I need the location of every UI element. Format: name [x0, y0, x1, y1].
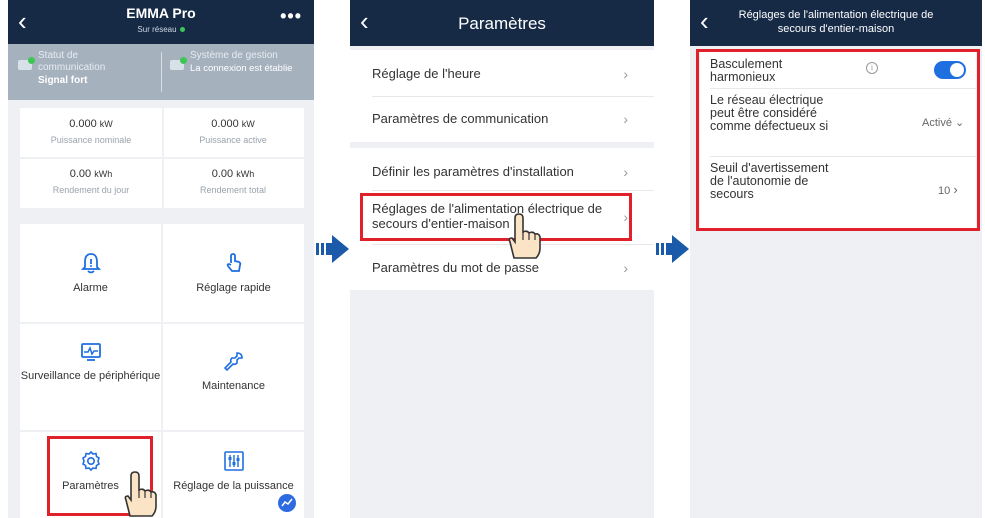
- more-menu-button[interactable]: •••: [280, 6, 302, 27]
- back-button[interactable]: ‹: [18, 6, 27, 36]
- tap-hand-icon: [508, 213, 541, 259]
- tile-device-monitoring[interactable]: Surveillance de périphérique: [20, 342, 161, 383]
- highlight-backup-settings: [696, 49, 980, 231]
- chevron-right-icon: ›: [623, 260, 628, 276]
- menu-item-time-setting[interactable]: Réglage de l'heure ›: [350, 66, 654, 86]
- status-divider: [161, 52, 162, 92]
- sliders-icon: [223, 451, 244, 471]
- grid-divider: [20, 430, 304, 432]
- grid-divider: [20, 322, 304, 324]
- kpi-total-yield: 0.00 kWh Rendement total: [199, 168, 267, 195]
- backup-settings-screen: ‹ Réglages de l'alimentation électrique …: [690, 0, 982, 518]
- kpi-divider: [20, 157, 304, 159]
- menu-item-communication-parameters[interactable]: Paramètres de communication ›: [350, 111, 654, 131]
- bell-icon: [80, 253, 101, 274]
- chevron-right-icon: ›: [623, 111, 628, 127]
- tile-power-adjustment[interactable]: Réglage de la puissance: [163, 450, 304, 493]
- menu-item-password-parameters[interactable]: Paramètres du mot de passe ›: [350, 260, 654, 280]
- back-button[interactable]: ‹: [700, 6, 709, 36]
- menu-item-installation-parameters[interactable]: Définir les paramètres d'installation ›: [350, 164, 654, 184]
- row-divider: [372, 96, 654, 97]
- wrench-icon: [223, 352, 243, 372]
- tap-hand-icon: [124, 471, 157, 517]
- device-title: EMMA Pro: [126, 5, 196, 21]
- kpi-rated-power: 0.000 kW Puissance nominale: [50, 118, 132, 145]
- settings-group-1: Réglage de l'heure › Paramètres de commu…: [350, 50, 654, 142]
- row-divider: [372, 190, 654, 191]
- kpi-daily-yield: 0.00 kWh Rendement du jour: [52, 168, 130, 195]
- back-button[interactable]: ‹: [360, 6, 369, 36]
- tile-quick-settings[interactable]: Réglage rapide: [163, 252, 304, 295]
- chevron-right-icon: ›: [623, 164, 628, 180]
- page-title: Réglages de l'alimentation électrique de…: [738, 9, 934, 35]
- home-screen: ‹ EMMA Pro Sur réseau ••• Statut de comm…: [8, 0, 314, 518]
- tile-maintenance[interactable]: Maintenance: [163, 350, 304, 393]
- top-navbar: ‹ Réglages de l'alimentation électrique …: [690, 0, 982, 46]
- flow-arrow-icon: [316, 235, 349, 263]
- top-navbar: ‹ EMMA Pro Sur réseau •••: [8, 0, 314, 44]
- chart-fab-button[interactable]: [278, 494, 296, 512]
- kpi-panel: 0.000 kW Puissance nominale 0.000 kW Pui…: [20, 108, 304, 208]
- monitor-icon: [80, 343, 101, 361]
- trend-icon: [281, 498, 293, 507]
- settings-screen: ‹ Paramètres Réglage de l'heure › Paramè…: [350, 0, 654, 518]
- kpi-active-power: 0.000 kW Puissance active: [199, 118, 267, 145]
- touch-icon: [226, 253, 241, 272]
- flow-arrow-icon: [656, 235, 689, 263]
- management-system-icon: [170, 57, 187, 70]
- communication-status-icon: [18, 57, 35, 70]
- management-system-status: Système de gestion La connexion est étab…: [190, 50, 293, 74]
- communication-status: Statut de communication Signal fort: [38, 50, 106, 86]
- online-dot-icon: [179, 27, 185, 33]
- highlight-backup-item: [360, 193, 632, 241]
- grid-status-subtitle: Sur réseau: [48, 25, 274, 34]
- status-bar: Statut de communication Signal fort Syst…: [8, 44, 314, 100]
- page-title: Paramètres: [458, 14, 546, 33]
- tile-alarm[interactable]: Alarme: [20, 252, 161, 295]
- chevron-right-icon: ›: [623, 66, 628, 82]
- top-navbar: ‹ Paramètres: [350, 0, 654, 46]
